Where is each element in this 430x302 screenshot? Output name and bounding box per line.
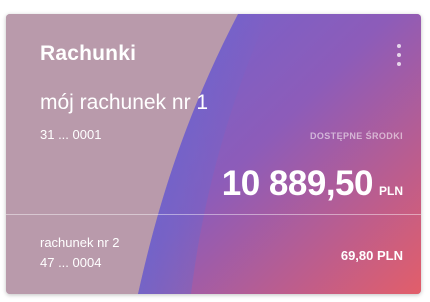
main-account-name[interactable]: mój rachunek nr 1	[40, 91, 208, 115]
account-name: rachunek nr 2	[40, 235, 120, 250]
accounts-card[interactable]: Rachunki mój rachunek nr 1 31 ... 0001 D…	[6, 14, 421, 294]
main-account-number: 31 ... 0001	[40, 127, 102, 142]
dot-icon	[397, 53, 401, 57]
account-balance: 69,80 PLN	[340, 248, 403, 263]
available-funds-label: DOSTĘPNE ŚRODKI	[309, 131, 403, 141]
card-title: Rachunki	[40, 42, 137, 65]
dot-icon	[397, 62, 401, 66]
more-vertical-icon[interactable]	[393, 42, 405, 68]
dot-icon	[397, 44, 401, 48]
account-row[interactable]: rachunek nr 2 47 ... 0004 69,80 PLN	[6, 215, 421, 294]
balance-currency: PLN	[379, 184, 403, 198]
balance-amount: 10 889,50	[221, 164, 374, 203]
account-number: 47 ... 0004	[40, 255, 102, 270]
main-account-balance: 10 889,50 PLN	[222, 164, 403, 204]
